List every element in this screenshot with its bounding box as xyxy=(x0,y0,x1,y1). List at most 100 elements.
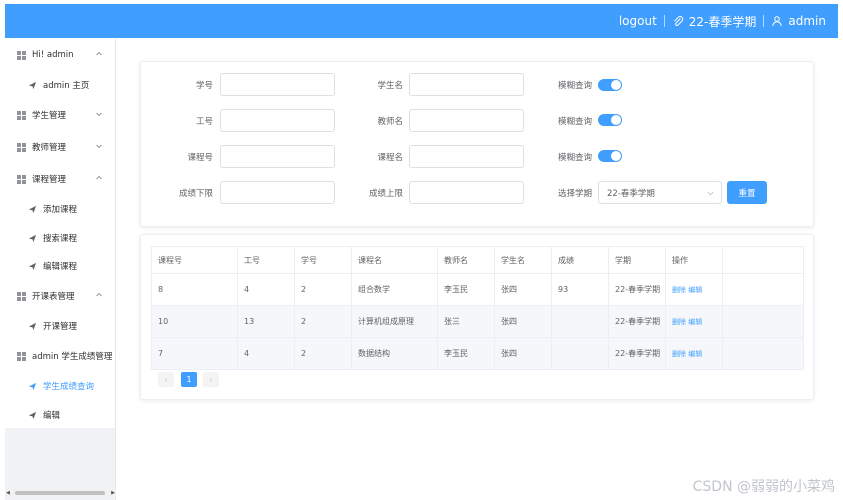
chevron-up-icon xyxy=(96,51,102,56)
sidebar-subitem-1[interactable]: admin 主页 xyxy=(5,72,115,98)
empty-cell xyxy=(722,273,804,306)
course-name-label: 课程名 xyxy=(377,153,403,163)
course-name-input[interactable] xyxy=(409,145,524,168)
score-min-input[interactable] xyxy=(220,181,335,204)
fuzzy-query-toggle-student[interactable] xyxy=(598,79,622,91)
send-icon xyxy=(28,262,37,270)
sidebar-subitem-6[interactable]: 搜索课程 xyxy=(5,225,115,251)
column-header[interactable]: 教师名 xyxy=(437,246,495,274)
student-id-label: 学号 xyxy=(195,81,213,91)
teacher-id-label: 工号 xyxy=(195,117,213,127)
edit-link[interactable]: 编辑 xyxy=(688,286,702,294)
student-name-input[interactable] xyxy=(409,73,524,96)
send-icon xyxy=(28,234,37,242)
fuzzy-query-label: 模糊查询 xyxy=(557,81,592,91)
sidebar-subitem-5[interactable]: 添加课程 xyxy=(5,196,115,222)
cell-actions: 删除 编辑 xyxy=(665,337,723,370)
cell-teacher-name: 李玉民 xyxy=(437,273,495,306)
fuzzy-query-toggle-course[interactable] xyxy=(598,150,622,162)
sidebar-subitem-11[interactable]: 学生成绩查询 xyxy=(5,373,115,399)
sidebar-group-8[interactable]: 开课表管理 xyxy=(5,283,115,309)
sidebar-group-4[interactable]: 课程管理 xyxy=(5,166,115,192)
teacher-name-label: 教师名 xyxy=(377,117,403,127)
sidebar-subitem-7[interactable]: 编辑课程 xyxy=(5,253,115,279)
table-row: 7 4 2 数据结构 李玉民 张四 22-春季学期 删除 编辑 xyxy=(151,337,804,370)
teacher-id-input[interactable] xyxy=(220,109,335,132)
delete-link[interactable]: 删除 xyxy=(672,318,686,326)
semester-select-value: 22-春季学期 xyxy=(607,188,655,199)
chevron-up-icon xyxy=(96,175,102,180)
sidebar-group-0[interactable]: Hi! admin xyxy=(5,42,115,68)
edit-link[interactable]: 编辑 xyxy=(688,350,702,358)
column-header[interactable]: 学号 xyxy=(294,246,352,274)
prev-page-button[interactable]: ‹ xyxy=(158,372,174,387)
cell-semester: 22-春季学期 xyxy=(608,337,666,370)
sidebar-subitem-12[interactable]: 编辑 xyxy=(5,402,115,428)
chevron-down-icon xyxy=(707,191,714,196)
header-divider xyxy=(763,15,765,27)
column-header[interactable]: 课程号 xyxy=(151,246,238,274)
logout-link[interactable]: logout xyxy=(619,14,657,28)
fuzzy-query-toggle-teacher[interactable] xyxy=(598,114,622,126)
sidebar-subitem-9[interactable]: 开课管理 xyxy=(5,313,115,339)
sidebar-scrollbar[interactable]: ◀ ▶ xyxy=(5,489,116,497)
student-id-input[interactable] xyxy=(220,73,335,96)
edit-link[interactable]: 编辑 xyxy=(688,318,702,326)
header-semester[interactable]: 22-春季学期 xyxy=(689,13,757,30)
scrollbar-thumb[interactable] xyxy=(15,491,105,495)
column-header[interactable]: 学期 xyxy=(608,246,666,274)
cell-score xyxy=(551,337,609,370)
header-right: logout 22-春季学期 admin xyxy=(619,4,826,38)
chevron-up-icon xyxy=(96,292,102,297)
cell-course-id: 10 xyxy=(151,305,238,338)
top-header: logout 22-春季学期 admin xyxy=(5,4,838,38)
teacher-name-input[interactable] xyxy=(409,109,524,132)
cell-teacher-id: 4 xyxy=(237,337,295,370)
column-header[interactable]: 操作 xyxy=(665,246,723,274)
send-icon xyxy=(28,411,37,419)
course-id-input[interactable] xyxy=(220,145,335,168)
sidebar-item-label: admin 主页 xyxy=(43,81,90,91)
scroll-left-icon[interactable]: ◀ xyxy=(6,490,10,496)
grid-icon xyxy=(17,50,26,60)
next-page-button[interactable]: › xyxy=(203,372,219,387)
reset-button[interactable]: 重置 xyxy=(727,181,767,204)
cell-student-name: 张四 xyxy=(494,305,552,338)
sidebar-group-2[interactable]: 学生管理 xyxy=(5,102,115,128)
sidebar-item-label: 编辑课程 xyxy=(43,262,78,272)
grid-icon xyxy=(17,110,26,120)
send-icon xyxy=(28,382,37,390)
scroll-right-icon[interactable]: ▶ xyxy=(111,490,115,496)
page-number-button[interactable]: 1 xyxy=(181,372,197,387)
column-header[interactable]: 成绩 xyxy=(551,246,609,274)
sidebar-item-label: 添加课程 xyxy=(43,205,78,215)
delete-link[interactable]: 删除 xyxy=(672,350,686,358)
fuzzy-query-label: 模糊查询 xyxy=(557,153,592,163)
empty-cell xyxy=(722,305,804,338)
send-icon xyxy=(28,322,37,330)
table-row: 8 4 2 组合数学 李玉民 张四 93 22-春季学期 删除 编辑 xyxy=(151,273,804,306)
column-header[interactable]: 学生名 xyxy=(494,246,552,274)
header-divider xyxy=(663,15,665,27)
column-header[interactable]: 课程名 xyxy=(351,246,438,274)
sidebar-group-10[interactable]: admin 学生成绩管理 xyxy=(5,343,115,369)
cell-course-id: 8 xyxy=(151,273,238,306)
cell-student-name: 张四 xyxy=(494,337,552,370)
cell-course-name: 组合数学 xyxy=(351,273,438,306)
sidebar-item-label: 学生成绩查询 xyxy=(43,382,95,392)
header-username[interactable]: admin xyxy=(788,14,826,28)
sidebar-item-label: 教师管理 xyxy=(32,143,67,153)
column-header[interactable]: 工号 xyxy=(237,246,295,274)
sidebar-group-3[interactable]: 教师管理 xyxy=(5,134,115,160)
cell-course-name: 数据结构 xyxy=(351,337,438,370)
semester-select[interactable]: 22-春季学期 xyxy=(598,181,722,204)
delete-link[interactable]: 删除 xyxy=(672,286,686,294)
watermark: CSDN @弱弱的小菜鸡 xyxy=(692,479,835,495)
score-max-label: 成绩上限 xyxy=(368,189,403,199)
cell-student-id: 2 xyxy=(294,305,352,338)
score-max-input[interactable] xyxy=(409,181,524,204)
paperclip-icon xyxy=(673,16,684,26)
cell-semester: 22-春季学期 xyxy=(608,273,666,306)
cell-actions: 删除 编辑 xyxy=(665,305,723,338)
sidebar-item-label: 开课管理 xyxy=(43,322,78,332)
